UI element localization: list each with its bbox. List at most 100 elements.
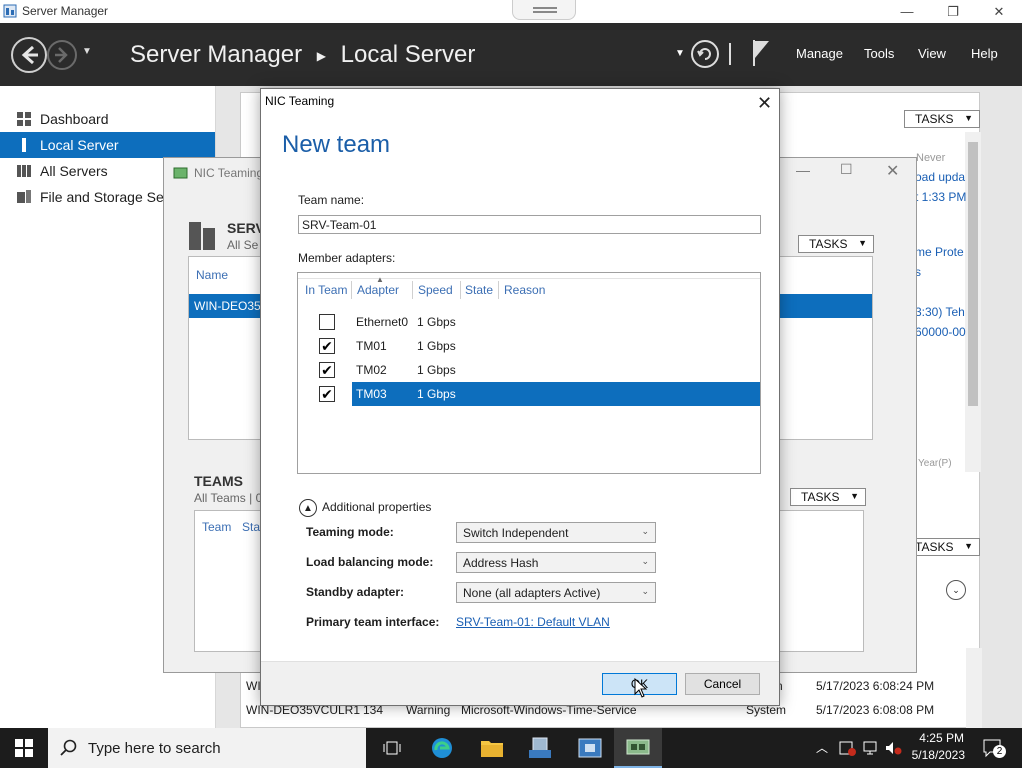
history-dropdown-icon[interactable]: ▼ [82, 46, 92, 57]
header-bar: ▼ Server Manager ▶ Local Server ▼ Manage… [0, 23, 1022, 86]
file-explorer-button[interactable] [468, 728, 516, 768]
menu-manage[interactable]: Manage [796, 46, 843, 61]
adapter-row[interactable]: Ethernet0 1 Gbps [316, 310, 760, 334]
additional-properties-label[interactable]: Additional properties [322, 500, 431, 514]
back-arrow-icon [21, 45, 38, 65]
search-placeholder: Type here to search [88, 739, 221, 757]
breadcrumb-root[interactable]: Server Manager [130, 41, 302, 68]
column-divider [412, 281, 413, 299]
adapter-row[interactable]: ✔ TM02 1 Gbps [316, 358, 760, 382]
close-button[interactable]: ✕ [886, 161, 899, 181]
maximize-button[interactable]: ☐ [840, 161, 853, 178]
bg-link: me Prote [915, 245, 964, 259]
title-grip-handle[interactable] [512, 0, 576, 20]
scrollbar-thumb[interactable] [968, 142, 978, 406]
primary-interface-label: Primary team interface: [306, 615, 440, 629]
menu-help[interactable]: Help [971, 46, 998, 61]
primary-interface-link[interactable]: SRV-Team-01: Default VLAN [456, 615, 610, 629]
bg-link: 3:30) Teh [915, 305, 965, 319]
bg-link: t 1:33 PM [915, 190, 967, 204]
bg-link: 60000-00 [915, 325, 966, 339]
member-adapters-list[interactable]: In Team ▲ Adapter Speed State Reason Eth… [297, 272, 761, 474]
server-manager-taskbar-button[interactable] [516, 728, 564, 768]
nic-teaming-taskbar-button[interactable] [614, 728, 662, 768]
menu-view[interactable]: View [918, 46, 946, 61]
col-speed[interactable]: Speed [418, 283, 453, 297]
list-top-border [298, 273, 760, 279]
event-date: 5/17/2023 6:08:24 PM [816, 679, 935, 693]
in-team-checkbox[interactable]: ✔ [319, 362, 335, 378]
dialog-footer: OK Cancel [261, 661, 779, 705]
standby-adapter-label: Standby adapter: [306, 585, 405, 599]
adapter-row[interactable]: ✔ TM01 1 Gbps [316, 334, 760, 358]
title-bar: Server Manager — ❐ ✕ [0, 0, 1022, 23]
load-balancing-select[interactable]: Address Hash ⌄ [456, 552, 656, 573]
edge-browser-button[interactable] [418, 728, 466, 768]
col-state[interactable]: State [465, 283, 493, 297]
local-server-icon [22, 138, 26, 152]
teaming-mode-label: Teaming mode: [306, 525, 394, 539]
teaming-mode-select[interactable]: Switch Independent ⌄ [456, 522, 656, 543]
nic-teaming-icon [173, 167, 188, 179]
file-storage-icon [17, 190, 31, 203]
new-team-dialog: NIC Teaming ✕ New team Team name: SRV-Te… [260, 88, 780, 706]
restore-button[interactable]: ❐ [930, 0, 976, 23]
cancel-button[interactable]: Cancel [685, 673, 760, 695]
adapter-speed: 1 Gbps [417, 339, 456, 353]
forward-button[interactable] [47, 40, 77, 70]
in-team-checkbox[interactable]: ✔ [319, 338, 335, 354]
notification-center-button[interactable]: 2 [982, 738, 1006, 758]
standby-adapter-select[interactable]: None (all adapters Active) ⌄ [456, 582, 656, 603]
breadcrumb-separator-icon: ▶ [316, 48, 326, 63]
adapter-row-selected[interactable]: ✔ TM03 1 Gbps [316, 382, 760, 406]
column-divider [351, 281, 352, 299]
team-name-input[interactable]: SRV-Team-01 [298, 215, 761, 234]
team-column-header[interactable]: Team [202, 520, 231, 534]
event-date: 5/17/2023 6:08:08 PM [816, 703, 935, 717]
tasks-dropdown[interactable]: TASKS [798, 235, 874, 253]
notifications-flag-icon[interactable] [750, 38, 772, 68]
tasks-dropdown[interactable]: TASKS [904, 110, 980, 128]
network-status-icon[interactable] [862, 740, 880, 756]
in-team-checkbox[interactable] [319, 314, 335, 330]
servers-subtitle: All Se [227, 238, 259, 252]
sidebar-item-dashboard[interactable]: Dashboard [0, 106, 215, 132]
event-row[interactable]: WI [246, 679, 261, 693]
network-app-taskbar-button[interactable] [566, 728, 614, 768]
task-view-button[interactable] [368, 728, 416, 768]
refresh-dropdown-icon[interactable]: ▼ [675, 48, 685, 59]
security-alert-icon[interactable] [838, 740, 856, 756]
collapse-chevron-icon[interactable]: ▲ [299, 499, 317, 517]
bg-link: oad upda [915, 170, 966, 184]
scrollbar[interactable] [966, 648, 982, 728]
show-hidden-icons-chevron-icon[interactable]: ︿ [816, 739, 828, 756]
column-divider [460, 281, 461, 299]
task-view-icon [383, 741, 401, 755]
col-adapter[interactable]: Adapter [357, 283, 399, 297]
volume-muted-icon[interactable] [884, 740, 902, 756]
col-reason[interactable]: Reason [504, 283, 545, 297]
minimize-button[interactable]: — [796, 162, 810, 178]
col-in-team[interactable]: In Team [305, 283, 347, 297]
menu-tools[interactable]: Tools [864, 46, 894, 61]
in-team-checkbox[interactable]: ✔ [319, 386, 335, 402]
dialog-close-icon[interactable]: ✕ [757, 93, 772, 114]
adapter-name: TM01 [356, 339, 387, 353]
refresh-icon[interactable] [691, 40, 719, 68]
expand-chevron-icon[interactable]: ⌄ [946, 580, 966, 600]
name-column-header[interactable]: Name [196, 268, 228, 282]
close-button[interactable]: ✕ [976, 0, 1022, 23]
tasks-dropdown[interactable]: TASKS [790, 488, 866, 506]
servers-icon [189, 222, 215, 250]
clock-time[interactable]: 4:25 PM [912, 731, 964, 745]
taskbar: Type here to search ︿ 4:25 PM 5/18/2023 … [0, 728, 1022, 768]
back-button[interactable] [11, 37, 47, 73]
start-button[interactable] [0, 728, 48, 768]
bg-text: Year(P) [918, 458, 952, 469]
clock-date[interactable]: 5/18/2023 [908, 748, 965, 762]
minimize-button[interactable]: — [884, 0, 930, 23]
taskbar-search[interactable]: Type here to search [48, 728, 366, 768]
sidebar-item-local-server[interactable]: Local Server [0, 132, 215, 158]
nic-teaming-icon [626, 739, 650, 755]
all-servers-icon [17, 165, 31, 177]
